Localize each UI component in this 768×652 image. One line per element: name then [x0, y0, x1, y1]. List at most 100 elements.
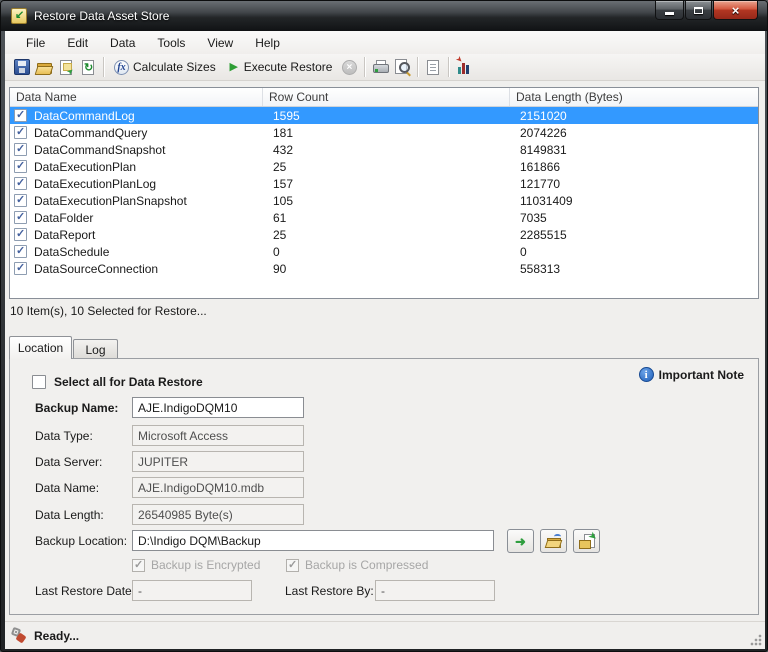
- chart-icon: [456, 59, 472, 75]
- close-button[interactable]: ×: [713, 1, 758, 20]
- data-name-label: Data Name:: [35, 481, 99, 495]
- open-button[interactable]: [33, 56, 55, 78]
- last-restore-by-value: -: [381, 584, 385, 598]
- table-row[interactable]: DataCommandSnapshot 432 8149831: [10, 141, 758, 158]
- report-button[interactable]: [422, 56, 444, 78]
- table-row[interactable]: DataSourceConnection 90 558313: [10, 260, 758, 277]
- refresh-button[interactable]: [77, 56, 99, 78]
- row-count-value: 432: [267, 143, 514, 157]
- menu-help[interactable]: Help: [244, 32, 291, 54]
- column-header-row-count[interactable]: Row Count: [263, 88, 510, 106]
- maximize-icon: [694, 7, 703, 14]
- row-count-value: 25: [267, 228, 514, 242]
- menu-file[interactable]: File: [15, 32, 56, 54]
- backup-compressed-checkbox: Backup is Compressed: [286, 558, 428, 572]
- row-data-length-value: 2151020: [514, 109, 758, 123]
- column-header-data-length[interactable]: Data Length (Bytes): [510, 88, 758, 106]
- row-checkbox[interactable]: [14, 126, 27, 139]
- table-row[interactable]: DataReport 25 2285515: [10, 226, 758, 243]
- browse-folder-icon: [546, 535, 561, 548]
- backup-location-input[interactable]: D:\Indigo DQM\Backup: [132, 530, 494, 551]
- backup-location-value: D:\Indigo DQM\Backup: [138, 534, 261, 548]
- row-data-name: DataSourceConnection: [34, 262, 158, 276]
- minimize-button[interactable]: [655, 1, 684, 20]
- data-length-label: Data Length:: [35, 508, 104, 522]
- row-checkbox[interactable]: [14, 194, 27, 207]
- chart-button[interactable]: [453, 56, 475, 78]
- row-checkbox[interactable]: [14, 228, 27, 241]
- table-row[interactable]: DataCommandQuery 181 2074226: [10, 124, 758, 141]
- last-restore-date-label: Last Restore Date:: [35, 584, 135, 598]
- toolbar-separator: [364, 57, 365, 77]
- checkbox-box[interactable]: [32, 375, 46, 389]
- export-button[interactable]: [55, 56, 77, 78]
- data-type-label: Data Type:: [35, 429, 93, 443]
- minimize-icon: [665, 12, 674, 15]
- print-preview-button[interactable]: [391, 56, 413, 78]
- table-row[interactable]: DataExecutionPlanSnapshot 105 11031409: [10, 192, 758, 209]
- row-checkbox[interactable]: [14, 211, 27, 224]
- set-location-button[interactable]: ➤: [573, 529, 600, 553]
- row-count-value: 25: [267, 160, 514, 174]
- select-all-checkbox[interactable]: Select all for Data Restore: [32, 375, 203, 389]
- menu-data[interactable]: Data: [99, 32, 146, 54]
- print-button[interactable]: [369, 56, 391, 78]
- row-data-name: DataSchedule: [34, 245, 109, 259]
- row-data-length-value: 7035: [514, 211, 758, 225]
- table-row[interactable]: DataExecutionPlan 25 161866: [10, 158, 758, 175]
- backup-encrypted-label: Backup is Encrypted: [151, 558, 260, 572]
- row-checkbox[interactable]: [14, 160, 27, 173]
- toolbar-separator: [448, 57, 449, 77]
- row-data-length-value: 121770: [514, 177, 758, 191]
- row-checkbox[interactable]: [14, 143, 27, 156]
- last-restore-date-value: -: [138, 584, 142, 598]
- green-arrow-icon: ➜: [515, 535, 526, 548]
- menu-tools[interactable]: Tools: [146, 32, 196, 54]
- column-header-data-name[interactable]: Data Name: [10, 88, 263, 106]
- row-count-value: 61: [267, 211, 514, 225]
- backup-name-input[interactable]: AJE.IndigoDQM10: [132, 397, 304, 418]
- toolbar-separator: [103, 57, 104, 77]
- table-row[interactable]: DataCommandLog 1595 2151020: [10, 107, 758, 124]
- table-row[interactable]: DataSchedule 0 0: [10, 243, 758, 260]
- row-data-name: DataCommandSnapshot: [34, 143, 165, 157]
- table-row[interactable]: DataFolder 61 7035: [10, 209, 758, 226]
- calculate-sizes-button[interactable]: fx Calculate Sizes: [108, 56, 222, 78]
- tab-log[interactable]: Log: [73, 339, 118, 359]
- important-note[interactable]: i Important Note: [639, 367, 744, 382]
- save-button[interactable]: [11, 56, 33, 78]
- row-count-value: 90: [267, 262, 514, 276]
- row-checkbox[interactable]: [14, 177, 27, 190]
- row-data-length-value: 161866: [514, 160, 758, 174]
- go-button[interactable]: ➜: [507, 529, 534, 553]
- location-tab-page: Select all for Data Restore i Important …: [9, 358, 759, 615]
- title-bar[interactable]: Restore Data Asset Store ×: [1, 1, 767, 31]
- gears-icon: [11, 628, 28, 643]
- stop-icon: ×: [342, 60, 357, 75]
- row-checkbox[interactable]: [14, 109, 27, 122]
- table-row[interactable]: DataExecutionPlanLog 157 121770: [10, 175, 758, 192]
- browse-folder-button[interactable]: [540, 529, 567, 553]
- play-icon: ▶: [228, 59, 240, 75]
- select-all-label: Select all for Data Restore: [54, 375, 203, 389]
- execute-restore-button[interactable]: ▶ Execute Restore: [222, 56, 339, 78]
- row-checkbox[interactable]: [14, 245, 27, 258]
- menu-view[interactable]: View: [196, 32, 244, 54]
- maximize-button[interactable]: [685, 1, 712, 20]
- resize-grip[interactable]: [750, 634, 762, 646]
- backup-name-label: Backup Name:: [35, 401, 118, 415]
- last-restore-by-input: -: [375, 580, 495, 601]
- row-data-length-value: 2285515: [514, 228, 758, 242]
- info-icon: i: [639, 367, 654, 382]
- stop-button: ×: [338, 56, 360, 78]
- menu-edit[interactable]: Edit: [56, 32, 99, 54]
- data-server-value: JUPITER: [138, 455, 188, 469]
- table-header[interactable]: Data Name Row Count Data Length (Bytes): [10, 88, 758, 107]
- data-name-value: AJE.IndigoDQM10.mdb: [138, 481, 264, 495]
- row-count-value: 157: [267, 177, 514, 191]
- last-restore-date-input: -: [132, 580, 252, 601]
- row-data-length-value: 8149831: [514, 143, 758, 157]
- row-data-name: DataExecutionPlanLog: [34, 177, 156, 191]
- row-checkbox[interactable]: [14, 262, 27, 275]
- tab-location[interactable]: Location: [9, 336, 72, 359]
